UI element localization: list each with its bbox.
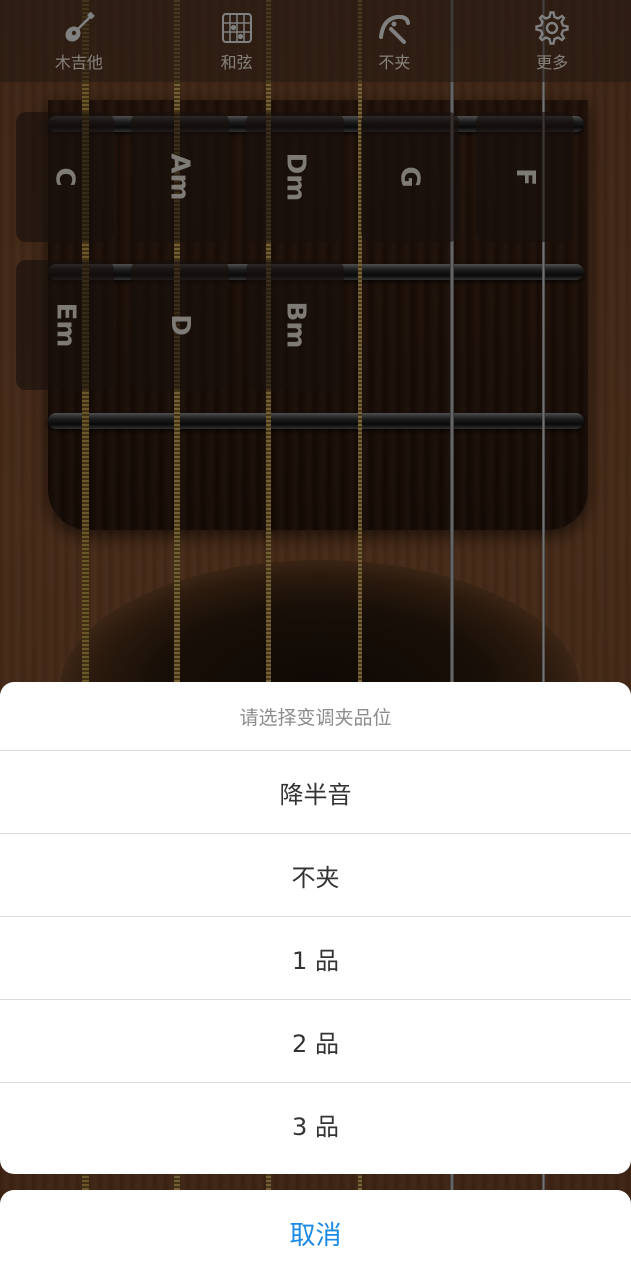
cancel-button[interactable]: 取消 [0, 1190, 631, 1284]
sheet-title: 请选择变调夹品位 [0, 682, 631, 751]
capo-picker-sheet: 请选择变调夹品位 降半音 不夹 1 品 2 品 3 品 [0, 682, 631, 1174]
option-half-step-down[interactable]: 降半音 [0, 751, 631, 834]
option-no-capo[interactable]: 不夹 [0, 834, 631, 917]
option-fret-3[interactable]: 3 品 [0, 1083, 631, 1165]
option-fret-1[interactable]: 1 品 [0, 917, 631, 1000]
option-fret-2[interactable]: 2 品 [0, 1000, 631, 1083]
